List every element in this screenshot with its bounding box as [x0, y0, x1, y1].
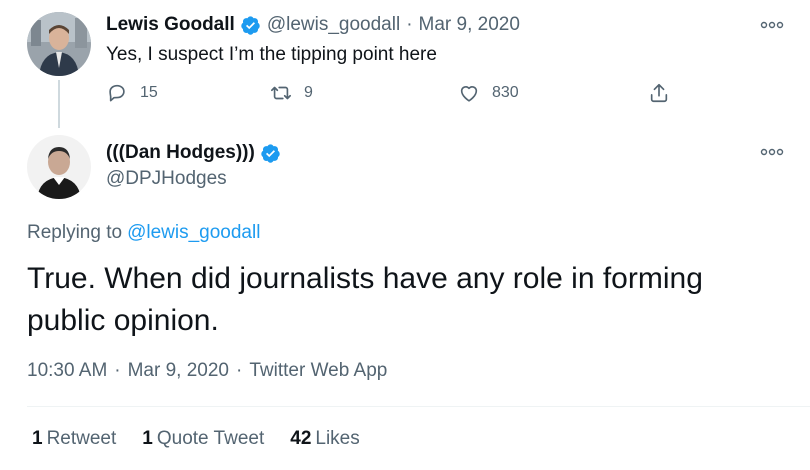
main-tweet-header: (((Dan Hodges))) [106, 140, 281, 166]
tweet-source-link[interactable]: Twitter Web App [249, 360, 387, 381]
engagement-stats: 1 Retweet 1 Quote Tweet 42 Likes [32, 428, 386, 450]
lewis-goodall-avatar[interactable] [27, 12, 91, 76]
reply-tweet-date[interactable]: Mar 9, 2020 [419, 14, 520, 36]
dan-hodges-avatar[interactable] [27, 135, 91, 199]
like-count: 830 [492, 84, 519, 101]
retweets-stat-link[interactable]: 1 Retweet [32, 428, 116, 450]
retweets-label: Retweet [46, 428, 117, 449]
reply-tweet-text: Yes, I suspect I’m the tipping point her… [106, 44, 437, 65]
share-icon [650, 83, 668, 103]
tweet-time-link[interactable]: 10:30 AM [27, 360, 107, 381]
quote-tweets-count: 1 [142, 428, 153, 449]
tweet-metadata: 10:30 AM · Mar 9, 2020 · Twitter Web App [27, 360, 387, 382]
share-action[interactable] [648, 82, 670, 104]
reply-author-handle[interactable]: @lewis_goodall [267, 14, 400, 36]
replying-to-mention-link[interactable]: @lewis_goodall [127, 222, 260, 243]
tweet-date-link[interactable]: Mar 9, 2020 [128, 360, 229, 381]
reply-tweet-header: Lewis Goodall @lewis_goodall · Mar 9, 20… [106, 13, 520, 37]
reply-icon [109, 84, 125, 102]
verified-badge-icon [260, 143, 281, 164]
reply-author-name[interactable]: Lewis Goodall [106, 14, 235, 36]
stats-divider [27, 406, 810, 407]
separator-dot: · [236, 360, 243, 381]
replying-to-label: Replying to [27, 222, 123, 243]
quote-tweets-stat-link[interactable]: 1 Quote Tweet [142, 428, 264, 450]
likes-stat-link[interactable]: 42 Likes [290, 428, 360, 450]
more-icon[interactable] [760, 145, 784, 159]
main-author-name[interactable]: (((Dan Hodges))) [106, 142, 255, 164]
retweet-icon [271, 86, 291, 100]
replying-to-line: Replying to @lewis_goodall [27, 222, 260, 244]
like-icon [460, 86, 478, 102]
reply-action[interactable]: 15 [106, 82, 158, 104]
like-action[interactable]: 830 [458, 82, 519, 104]
quote-tweets-label: Quote Tweet [156, 428, 265, 449]
retweet-action[interactable]: 9 [270, 82, 313, 104]
likes-count: 42 [290, 428, 312, 449]
separator-dot: · [114, 360, 121, 381]
thread-connector-line [58, 80, 60, 128]
retweets-count: 1 [32, 428, 43, 449]
likes-label: Likes [315, 428, 360, 449]
verified-badge-icon [240, 15, 261, 36]
main-author-handle[interactable]: @DPJHodges [106, 168, 227, 190]
more-icon[interactable] [760, 18, 784, 32]
retweet-count: 9 [304, 84, 313, 101]
main-tweet-text: True. When did journalists have any role… [27, 262, 703, 337]
separator-dot: · [406, 14, 413, 35]
reply-count: 15 [140, 84, 158, 101]
